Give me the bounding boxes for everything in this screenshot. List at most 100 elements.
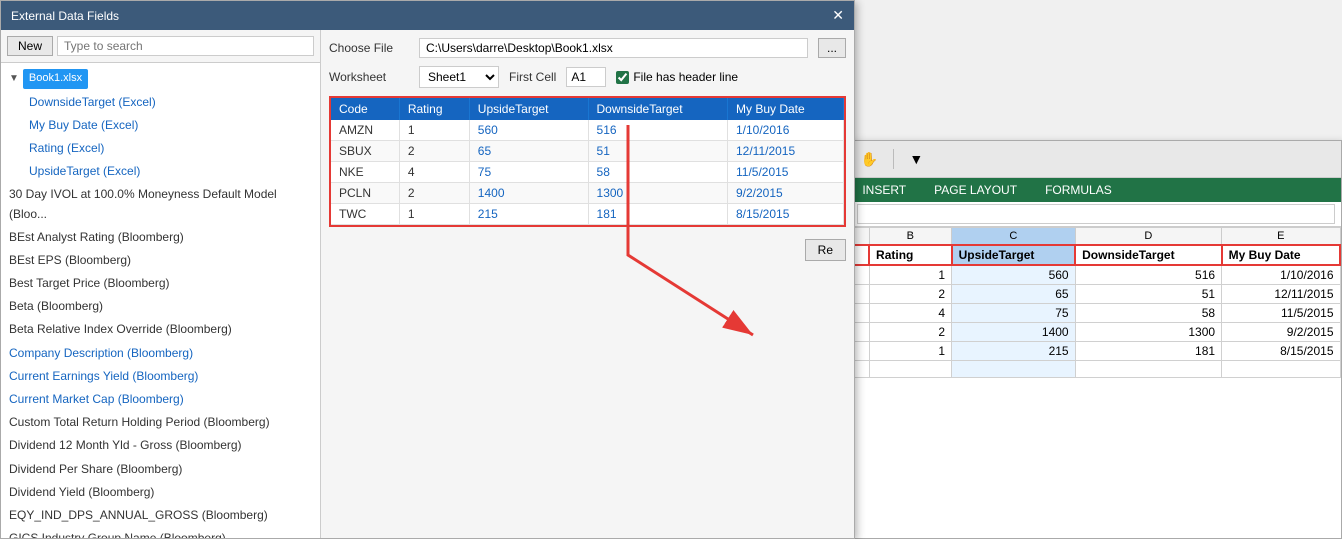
- header-line-checkbox[interactable]: [616, 71, 629, 84]
- cell-e4[interactable]: 11/5/2015: [1222, 304, 1340, 323]
- cell-e7[interactable]: [1222, 361, 1340, 378]
- close-icon[interactable]: ✕: [832, 7, 844, 24]
- cell-d5[interactable]: 1300: [1075, 323, 1221, 342]
- table-cell: 58: [588, 162, 727, 183]
- cell-d2[interactable]: 516: [1075, 265, 1221, 285]
- table-cell: 65: [469, 141, 588, 162]
- first-cell-label: First Cell: [509, 70, 556, 84]
- cell-c1[interactable]: UpsideTarget: [952, 245, 1076, 265]
- tree-root[interactable]: ▼ Book1.xlsx: [1, 67, 320, 91]
- table-cell: 215: [469, 204, 588, 225]
- tree-item-10[interactable]: Custom Total Return Holding Period (Bloo…: [1, 411, 320, 434]
- cell-e5[interactable]: 9/2/2015: [1222, 323, 1340, 342]
- cell-c2[interactable]: 560: [952, 265, 1076, 285]
- cell-e6[interactable]: 8/15/2015: [1222, 342, 1340, 361]
- tree-child-3[interactable]: Rating (Excel): [1, 137, 320, 160]
- menu-formulas[interactable]: FORMULAS: [1031, 178, 1126, 202]
- cell-d7[interactable]: [1075, 361, 1221, 378]
- choose-file-row: Choose File ...: [329, 38, 846, 58]
- tree-child-4[interactable]: UpsideTarget (Excel): [1, 160, 320, 183]
- touch-button[interactable]: ✋: [858, 148, 881, 171]
- menu-pagelayout[interactable]: PAGE LAYOUT: [920, 178, 1031, 202]
- tree-item-14[interactable]: EQY_IND_DPS_ANNUAL_GROSS (Bloomberg): [1, 504, 320, 527]
- first-cell-input[interactable]: [566, 67, 606, 87]
- tree-child-1[interactable]: DownsideTarget (Excel): [1, 91, 320, 114]
- cell-c5[interactable]: 1400: [952, 323, 1076, 342]
- cell-b2[interactable]: 1: [869, 265, 952, 285]
- cell-c6[interactable]: 215: [952, 342, 1076, 361]
- choose-file-label: Choose File: [329, 41, 409, 55]
- table-cell: AMZN: [331, 120, 399, 141]
- table-row: TWC12151818/15/2015: [331, 204, 844, 225]
- tree-item-15[interactable]: GICS Industry Group Name (Bloomberg): [1, 527, 320, 538]
- root-badge: Book1.xlsx: [23, 69, 88, 89]
- tree-child-2[interactable]: My Buy Date (Excel): [1, 114, 320, 137]
- table-cell: 51: [588, 141, 727, 162]
- cell-c3[interactable]: 65: [952, 285, 1076, 304]
- cell-b4[interactable]: 4: [869, 304, 952, 323]
- table-header-row: Code Rating UpsideTarget DownsideTarget …: [331, 98, 844, 120]
- search-input[interactable]: [57, 36, 314, 56]
- tree-item-1[interactable]: 30 Day IVOL at 100.0% Moneyness Default …: [1, 183, 320, 225]
- data-table: Code Rating UpsideTarget DownsideTarget …: [331, 98, 844, 225]
- file-path-input[interactable]: [419, 38, 808, 58]
- cell-d6[interactable]: 181: [1075, 342, 1221, 361]
- col-e[interactable]: E: [1222, 228, 1340, 246]
- cell-d1[interactable]: DownsideTarget: [1075, 245, 1221, 265]
- formula-input[interactable]: [857, 204, 1335, 224]
- header-line-checkbox-area: File has header line: [616, 70, 738, 84]
- cell-b3[interactable]: 2: [869, 285, 952, 304]
- col-upside: UpsideTarget: [469, 98, 588, 120]
- tree-item-9[interactable]: Current Market Cap (Bloomberg): [1, 388, 320, 411]
- data-table-wrapper: Code Rating UpsideTarget DownsideTarget …: [329, 96, 846, 227]
- tree-item-4[interactable]: Best Target Price (Bloomberg): [1, 272, 320, 295]
- dialog-body: New ▼ Book1.xlsx DownsideTarget (Excel) …: [1, 30, 854, 538]
- tree-item-3[interactable]: BEst EPS (Bloomberg): [1, 249, 320, 272]
- col-code: Code: [331, 98, 399, 120]
- cell-b5[interactable]: 2: [869, 323, 952, 342]
- external-data-fields-dialog: External Data Fields ✕ New ▼ Book1.xlsx …: [0, 0, 855, 539]
- table-cell: TWC: [331, 204, 399, 225]
- dialog-title: External Data Fields: [11, 9, 119, 23]
- cell-d4[interactable]: 58: [1075, 304, 1221, 323]
- tree-item-7[interactable]: Company Description (Bloomberg): [1, 342, 320, 365]
- cell-b1[interactable]: Rating: [869, 245, 952, 265]
- col-d[interactable]: D: [1075, 228, 1221, 246]
- table-cell: 75: [469, 162, 588, 183]
- cell-b6[interactable]: 1: [869, 342, 952, 361]
- tree-item-5[interactable]: Beta (Bloomberg): [1, 295, 320, 318]
- table-row: PCLN2140013009/2/2015: [331, 183, 844, 204]
- table-cell: 560: [469, 120, 588, 141]
- cell-b7[interactable]: [869, 361, 952, 378]
- ok-button[interactable]: Re: [805, 239, 846, 261]
- col-rating: Rating: [399, 98, 469, 120]
- browse-button[interactable]: ...: [818, 38, 846, 58]
- tree-item-6[interactable]: Beta Relative Index Override (Bloomberg): [1, 318, 320, 341]
- divider: [893, 149, 894, 169]
- tree-item-12[interactable]: Dividend Per Share (Bloomberg): [1, 458, 320, 481]
- more-button[interactable]: ▼: [906, 148, 926, 170]
- table-cell: 11/5/2015: [727, 162, 843, 183]
- worksheet-select[interactable]: Sheet1: [419, 66, 499, 88]
- col-downside: DownsideTarget: [588, 98, 727, 120]
- table-cell: 4: [399, 162, 469, 183]
- cell-e3[interactable]: 12/11/2015: [1222, 285, 1340, 304]
- menu-insert[interactable]: INSERT: [848, 178, 920, 202]
- tree-item-8[interactable]: Current Earnings Yield (Bloomberg): [1, 365, 320, 388]
- dialog-titlebar: External Data Fields ✕: [1, 1, 854, 30]
- cell-d3[interactable]: 51: [1075, 285, 1221, 304]
- cell-e2[interactable]: 1/10/2016: [1222, 265, 1340, 285]
- col-c[interactable]: C: [952, 228, 1076, 246]
- tree-item-13[interactable]: Dividend Yield (Bloomberg): [1, 481, 320, 504]
- table-cell: 2: [399, 183, 469, 204]
- tree-item-11[interactable]: Dividend 12 Month Yld - Gross (Bloomberg…: [1, 434, 320, 457]
- col-b[interactable]: B: [869, 228, 952, 246]
- new-button[interactable]: New: [7, 36, 53, 56]
- cell-c7[interactable]: [952, 361, 1076, 378]
- left-panel: New ▼ Book1.xlsx DownsideTarget (Excel) …: [1, 30, 321, 538]
- table-cell: 1/10/2016: [727, 120, 843, 141]
- bottom-row: Re: [329, 235, 846, 261]
- cell-c4[interactable]: 75: [952, 304, 1076, 323]
- tree-item-2[interactable]: BEst Analyst Rating (Bloomberg): [1, 226, 320, 249]
- cell-e1[interactable]: My Buy Date: [1222, 245, 1340, 265]
